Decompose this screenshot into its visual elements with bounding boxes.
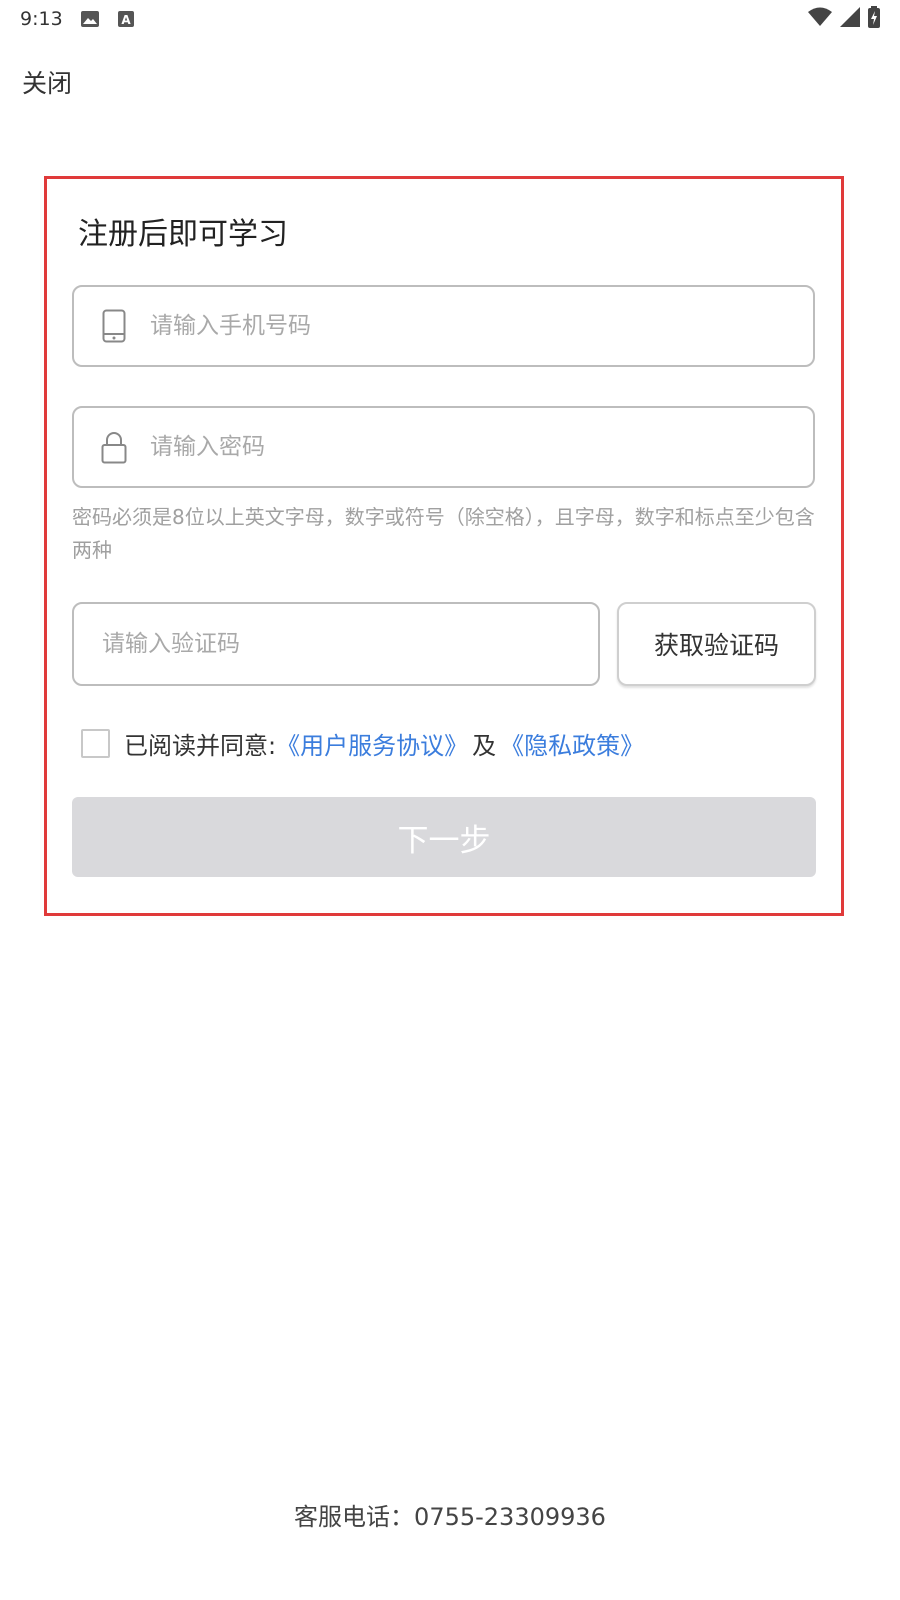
- svg-text:A: A: [121, 13, 131, 27]
- phone-field[interactable]: [72, 285, 815, 367]
- register-screen: 9:13 A 关闭 注册后即可学习 请输入手机号码 密码必须是8位以上英文字母，…: [0, 0, 900, 1600]
- card-title: 注册后即可学习: [78, 217, 288, 252]
- lock-icon: [100, 429, 128, 465]
- register-card: 注册后即可学习 密码必须是8位以上英文字母，数字或符号（除空格），且字母，数字和: [44, 176, 844, 916]
- code-input[interactable]: [102, 631, 562, 657]
- status-bar: 9:13 A: [0, 0, 900, 38]
- next-button[interactable]: 下一步: [72, 797, 816, 877]
- get-code-button[interactable]: 获取验证码: [617, 602, 816, 686]
- status-right: [808, 6, 880, 32]
- phone-icon: [100, 308, 128, 344]
- password-field[interactable]: [72, 406, 815, 488]
- code-field[interactable]: [72, 602, 600, 686]
- status-time: 9:13: [20, 8, 63, 30]
- signal-icon: [840, 7, 860, 31]
- password-hint: 密码必须是8位以上英文字母，数字或符号（除空格），且字母，数字和标点至少包含两种: [72, 505, 815, 562]
- password-input[interactable]: [150, 434, 710, 460]
- close-button[interactable]: 关闭: [22, 64, 72, 100]
- battery-charging-icon: [868, 6, 880, 32]
- phone-input[interactable]: [150, 313, 710, 339]
- agreement-and: 及: [472, 731, 497, 760]
- agreement-checkbox[interactable]: [81, 728, 110, 758]
- privacy-policy-link[interactable]: 《隐私政策》: [500, 726, 644, 761]
- a-icon: A: [117, 10, 135, 28]
- image-icon: [80, 10, 99, 28]
- agreement-row: 已阅读并同意: 《用户服务协议》 及 《隐私政策》: [81, 725, 644, 761]
- wifi-icon: [808, 7, 832, 31]
- status-left: 9:13 A: [20, 8, 135, 30]
- service-phone: 客服电话：0755-23309936: [294, 1503, 606, 1531]
- agreement-prefix: 已阅读并同意:: [124, 731, 277, 760]
- user-agreement-link[interactable]: 《用户服务协议》: [276, 726, 468, 761]
